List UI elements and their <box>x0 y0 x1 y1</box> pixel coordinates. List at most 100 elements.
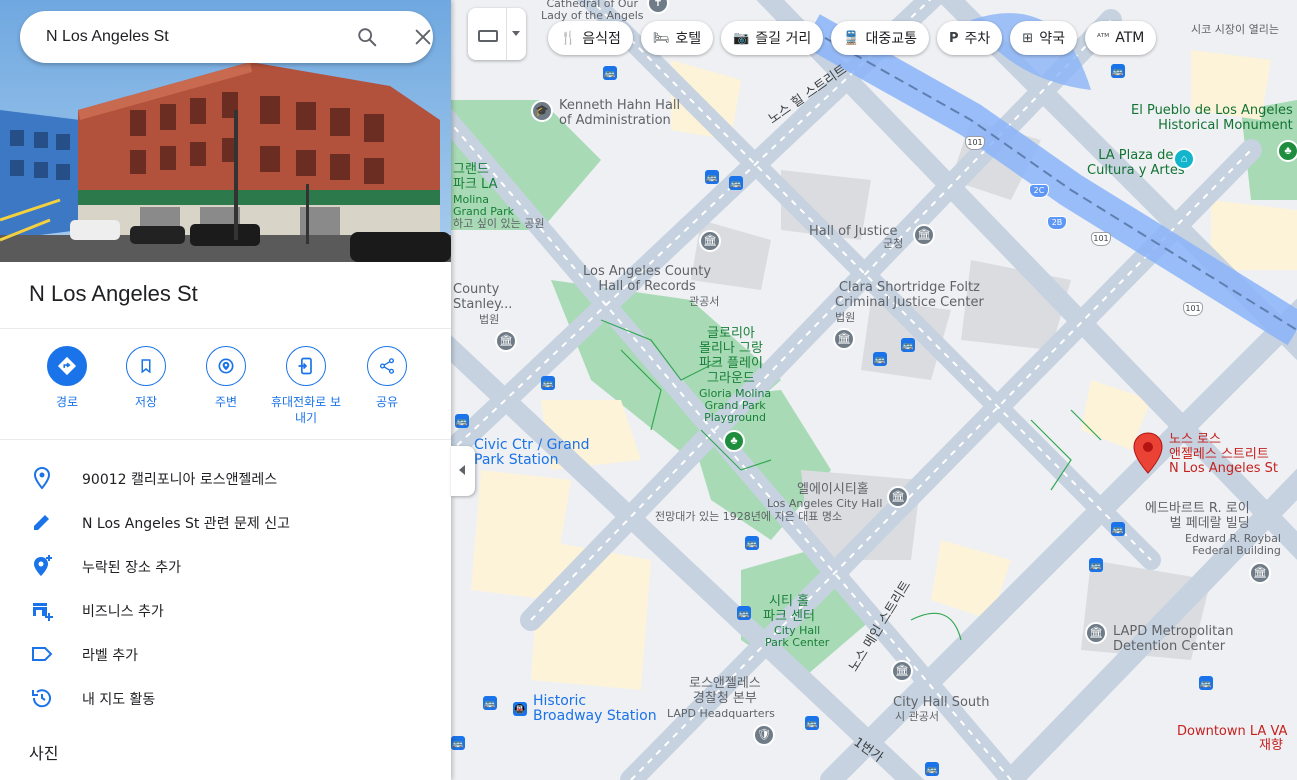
layers-toggle-button[interactable] <box>468 8 526 60</box>
search-icon[interactable] <box>356 26 378 48</box>
bus-stop-icon[interactable]: 🚌 <box>925 762 939 776</box>
government-icon[interactable]: 🏛 <box>913 224 935 246</box>
report-issue-row[interactable]: N Los Angeles St 관련 문제 신고 <box>0 500 451 544</box>
school-icon[interactable]: 🎓 <box>531 100 553 122</box>
bus-stop-icon[interactable]: 🚌 <box>873 352 887 366</box>
bus-stop-icon[interactable]: 🚌 <box>1089 558 1103 572</box>
records-hall-icon[interactable]: 🏛 <box>699 230 721 252</box>
map-label-downtown-la[interactable]: Downtown LA VA <box>1177 724 1287 739</box>
map-label-grand-park[interactable]: 그랜드 파크 LA <box>453 162 498 192</box>
federal-building-icon[interactable]: 🏛 <box>1249 562 1271 584</box>
highway-101-shield: 101 <box>965 136 985 150</box>
search-input[interactable] <box>46 25 326 49</box>
chip-pharmacy[interactable]: ⊞ 약국 <box>1010 21 1077 55</box>
map-label-el-pueblo[interactable]: El Pueblo de Los Angeles Historical Monu… <box>1131 103 1293 133</box>
courthouse-icon[interactable]: 🏛 <box>833 328 855 350</box>
subway-station-icon[interactable]: 🚇 <box>513 702 527 716</box>
bus-stop-icon[interactable]: 🚌 <box>737 606 751 620</box>
map-label-la-county-records[interactable]: Los Angeles County Hall of Records <box>583 264 711 294</box>
add-missing-place-row[interactable]: 누락된 장소 추가 <box>0 544 451 588</box>
map-label-gloria-molina-kr[interactable]: 글로리아 몰리나 그랑 파크 플레이 그라운드 <box>699 326 763 386</box>
chip-atm[interactable]: ᴬᵀᴹ ATM <box>1084 21 1157 55</box>
label-icon <box>32 647 53 661</box>
map-label-n-los-angeles-en: N Los Angeles St <box>1169 461 1278 476</box>
map-label-civic-ctr-station[interactable]: Civic Ctr / Grand Park Station <box>474 438 590 468</box>
map-label-city-hall-south[interactable]: City Hall South <box>893 695 990 710</box>
map-label-la-plaza[interactable]: LA Plaza de Cultura y Artes <box>1087 148 1185 178</box>
map-label-la-city-hall-note: 전망대가 있는 1928년에 지은 대표 명소 <box>655 510 843 523</box>
send-to-phone-button[interactable]: 휴대전화로 보내기 <box>266 346 346 426</box>
city-hall-icon[interactable]: 🏛 <box>887 486 909 508</box>
bus-stop-icon[interactable]: 🚌 <box>745 536 759 550</box>
add-business-row[interactable]: 비즈니스 추가 <box>0 588 451 632</box>
detention-center-icon[interactable]: 🏛 <box>1085 622 1107 644</box>
highway-101-shield: 101 <box>1091 232 1111 246</box>
place-title: N Los Angeles St <box>29 281 198 306</box>
chip-restaurants[interactable]: 🍴 음식점 <box>548 21 633 55</box>
collapse-panel-button[interactable] <box>451 446 475 496</box>
highway-101-shield: 101 <box>1183 302 1203 316</box>
bus-stop-icon[interactable]: 🚌 <box>541 376 555 390</box>
map-label-cathedral[interactable]: Cathedral of Our Lady of the Angels <box>541 0 644 22</box>
category-chips: 🍴 음식점 🛏 호텔 📷 즐길 거리 🚆 대중교통 P 주차 ⊞ 약국 ᴬᵀᴹ ATM <box>548 21 1157 55</box>
chip-things-to-do[interactable]: 📷 즐길 거리 <box>721 21 824 55</box>
action-buttons: 경로 저장 주변 휴대전화로 보내기 공유 <box>27 346 427 430</box>
bus-stop-icon[interactable]: 🚌 <box>1199 676 1213 690</box>
map-label-kenneth-hahn[interactable]: Kenneth Hahn Hall of Administration <box>559 98 680 128</box>
bus-stop-icon[interactable]: 🚌 <box>451 736 465 750</box>
nearby-button[interactable]: 주변 <box>186 346 266 410</box>
history-icon <box>32 689 51 708</box>
map-label-lapd-metro[interactable]: LAPD Metropolitan Detention Center <box>1113 624 1233 654</box>
add-place-icon <box>34 555 52 576</box>
map-label-la-city-hall-en: Los Angeles City Hall <box>767 497 883 510</box>
save-button[interactable]: 저장 <box>106 346 186 410</box>
bus-stop-icon[interactable]: 🚌 <box>705 170 719 184</box>
map-label-n-los-angeles-kr[interactable]: 노스 로스 앤젤레스 스트리트 <box>1169 432 1269 462</box>
chip-hotels[interactable]: 🛏 호텔 <box>640 21 714 55</box>
bus-stop-icon[interactable]: 🚌 <box>901 338 915 352</box>
bus-stop-icon[interactable]: 🚌 <box>483 696 497 710</box>
map-label-lapd-hq-kr[interactable]: 로스앤젤레스 경찰청 본부 <box>689 676 761 706</box>
bus-stop-icon[interactable]: 🚌 <box>729 176 743 190</box>
parking-icon: P <box>949 30 959 46</box>
museum-icon[interactable]: ⌂ <box>1173 148 1195 170</box>
map-label-historic-broadway[interactable]: Historic Broadway Station <box>533 694 657 724</box>
chip-transit[interactable]: 🚆 대중교통 <box>831 21 929 55</box>
map-label-edward-roybal-en: Edward R. Roybal Federal Building <box>1185 532 1281 557</box>
map-label-county-stanley[interactable]: County Stanley... <box>453 282 512 312</box>
map-label-clara-shortridge[interactable]: Clara Shortridge Foltz Criminal Justice … <box>835 280 984 310</box>
police-icon[interactable]: 🛡 <box>753 724 775 746</box>
directions-button[interactable]: 경로 <box>27 346 107 410</box>
chevron-down-icon[interactable] <box>512 31 520 36</box>
location-pin-icon <box>33 466 51 490</box>
share-icon <box>379 358 395 374</box>
map-label-edward-roybal-kr[interactable]: 에드바르트 R. 로이 벌 페데랄 빌딩 <box>1145 501 1250 531</box>
map-label-county-stanley-sub: 법원 <box>479 313 500 326</box>
bus-stop-icon[interactable]: 🚌 <box>805 716 819 730</box>
park-icon[interactable]: ♣ <box>1277 140 1297 162</box>
map-canvas[interactable]: 노스 힐 스트리트 노스 메인 스트리트 1번가 101 101 101 2C … <box>451 0 1297 780</box>
ramp-2c-shield: 2C <box>1029 184 1049 198</box>
bookmark-icon <box>141 359 151 374</box>
bus-stop-icon[interactable]: 🚌 <box>455 414 469 428</box>
address-row[interactable]: 90012 캘리포니아 로스앤젤레스 <box>0 456 451 500</box>
share-button[interactable]: 공유 <box>347 346 427 410</box>
bus-stop-icon[interactable]: 🚌 <box>603 66 617 80</box>
chevron-left-icon <box>459 465 465 475</box>
map-label-lapd-hq-en: LAPD Headquarters <box>667 707 775 720</box>
chip-parking[interactable]: P 주차 <box>937 21 1003 55</box>
map-label-la-city-hall-kr[interactable]: 엘에이시티홀 <box>797 482 869 497</box>
map-activity-row[interactable]: 내 지도 활동 <box>0 676 451 720</box>
government-icon[interactable]: 🏛 <box>891 660 913 682</box>
courthouse-icon[interactable]: 🏛 <box>495 330 517 352</box>
add-label-row[interactable]: 라벨 추가 <box>0 632 451 676</box>
close-icon[interactable] <box>412 26 434 48</box>
selected-location-pin-icon[interactable] <box>1133 432 1163 474</box>
bus-stop-icon[interactable]: 🚌 <box>1111 522 1125 536</box>
search-box[interactable] <box>20 11 433 63</box>
bus-stop-icon[interactable]: 🚌 <box>1111 64 1125 78</box>
pharmacy-icon: ⊞ <box>1022 30 1034 46</box>
map-label-city-hall-south-sub: 시 관공서 <box>895 710 939 723</box>
playground-icon[interactable]: ♣ <box>723 430 745 452</box>
map-label-city-hall-park-kr[interactable]: 시티 홀 파크 센터 <box>763 594 815 624</box>
